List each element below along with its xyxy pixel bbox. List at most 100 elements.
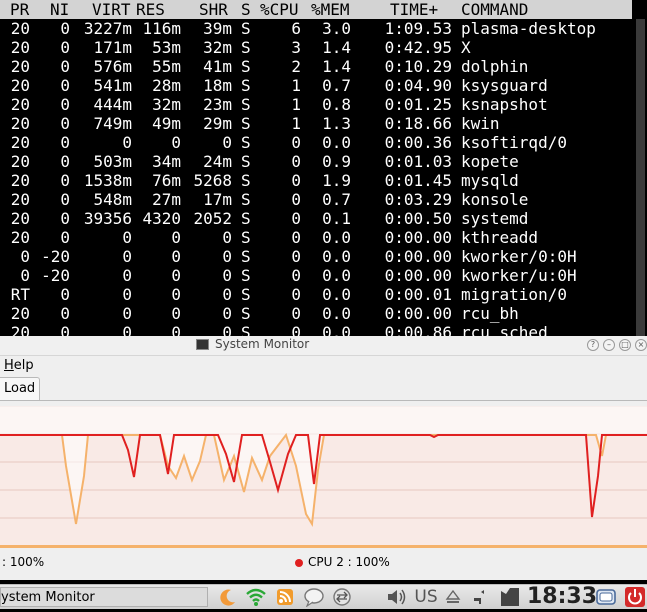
process-cell: 20 [10, 133, 30, 152]
process-cell: 0:18.66 [384, 114, 452, 133]
clock[interactable]: 18:33 [527, 585, 597, 609]
battery-icon[interactable] [470, 587, 494, 607]
process-cell: 0 [60, 95, 70, 114]
process-cell: 18m [203, 76, 232, 95]
process-cell: 0 [171, 247, 181, 266]
graph-baseline [0, 545, 647, 548]
help-icon[interactable]: ? [587, 339, 599, 351]
process-cell: S [241, 285, 251, 304]
window-titlebar[interactable]: System Monitor ? – □ × [0, 336, 647, 356]
process-cell: 23m [203, 95, 232, 114]
process-cell: 34m [152, 152, 181, 171]
process-cell: 49m [152, 114, 181, 133]
process-cell: 0 [122, 285, 132, 304]
process-cell: 0 [60, 114, 70, 133]
process-cell: 0 [291, 190, 301, 209]
process-cell: 0 [222, 247, 232, 266]
keyboard-icon[interactable]: US [411, 587, 441, 607]
process-cell: 0.0 [322, 266, 351, 285]
process-cell: 0 [222, 228, 232, 247]
process-cell: 0:00.36 [384, 133, 452, 152]
tab-load-label: Load [4, 381, 36, 396]
process-cell: 17m [203, 190, 232, 209]
process-cell: systemd [461, 209, 529, 228]
process-cell: X [461, 38, 471, 57]
process-cell: 2 [291, 57, 301, 76]
terminal-scrollbar-thumb[interactable] [636, 19, 645, 338]
process-cell: 0 [222, 266, 232, 285]
tab-load[interactable]: Load [0, 377, 40, 400]
process-cell: 1 [291, 76, 301, 95]
process-cell: 0 [291, 247, 301, 266]
process-cell: 20 [10, 76, 30, 95]
process-cell: 0:42.95 [384, 38, 452, 57]
process-cell: kwin [461, 114, 500, 133]
menu-item-help[interactable]: Help [4, 358, 34, 373]
process-cell: 1 [291, 95, 301, 114]
network-icon[interactable] [330, 587, 354, 607]
cpu2-line [0, 434, 647, 518]
process-cell: 0 [291, 228, 301, 247]
process-cell: konsole [461, 190, 529, 209]
process-cell: 2052 [193, 209, 232, 228]
chat-icon[interactable] [302, 587, 326, 608]
notebook-icon[interactable] [498, 587, 522, 607]
process-cell: 39356 [83, 209, 132, 228]
process-cell: S [241, 266, 251, 285]
process-cell: 0 [171, 304, 181, 323]
tab-bar: Load [0, 376, 647, 401]
process-cell: -20 [41, 266, 70, 285]
process-cell: 1.4 [322, 57, 351, 76]
column-header: COMMAND [461, 0, 529, 19]
process-cell: 749m [93, 114, 132, 133]
process-table-header: PR NI VIRT RES SHR S %CPU %MEM TIME+ COMMAND [0, 0, 632, 19]
minimize-icon[interactable]: – [603, 339, 615, 351]
process-cell: 20 [10, 57, 30, 76]
process-cell: 0 [291, 266, 301, 285]
wifi-icon[interactable] [244, 587, 268, 607]
process-cell: 0 [122, 247, 132, 266]
legend-cpu1: : 100% [2, 555, 45, 569]
process-cell: S [241, 19, 251, 38]
process-cell: kthreadd [461, 228, 539, 247]
process-cell: 0.0 [322, 285, 351, 304]
power-icon[interactable] [623, 587, 647, 607]
process-cell: 0:01.25 [384, 95, 452, 114]
close-icon[interactable]: × [635, 339, 647, 351]
process-cell: 0:01.03 [384, 152, 452, 171]
terminal-window[interactable]: PR NI VIRT RES SHR S %CPU %MEM TIME+ COMMAND 20 0 3… [0, 0, 647, 338]
process-cell: 1.4 [322, 38, 351, 57]
eject-icon[interactable] [444, 587, 462, 607]
process-cell: 20 [10, 304, 30, 323]
process-cell: 1.9 [322, 171, 351, 190]
process-cell: 548m [93, 190, 132, 209]
column-header: %MEM [311, 0, 350, 19]
process-cell: 0:03.29 [384, 190, 452, 209]
process-cell: 55m [152, 57, 181, 76]
volume-icon[interactable] [384, 587, 408, 607]
process-cell: 0 [60, 304, 70, 323]
rss-icon[interactable] [274, 587, 296, 607]
process-cell: 0 [291, 285, 301, 304]
process-cell: 0 [291, 133, 301, 152]
process-cell: 32m [152, 95, 181, 114]
moon-icon[interactable] [217, 587, 239, 607]
process-cell: 0 [291, 304, 301, 323]
process-cell: 20 [10, 95, 30, 114]
process-cell: 0 [222, 285, 232, 304]
screen-lock-icon[interactable] [594, 587, 618, 607]
maximize-icon[interactable]: □ [619, 339, 631, 351]
process-cell: 0.7 [322, 76, 351, 95]
process-cell: 0.0 [322, 228, 351, 247]
system-monitor-window: System Monitor ? – □ × Help Load : 100% … [0, 336, 647, 580]
process-cell: dolphin [461, 57, 529, 76]
process-cell: -20 [41, 247, 70, 266]
process-cell: 1538m [83, 171, 132, 190]
process-cell: S [241, 133, 251, 152]
process-cell: 41m [203, 57, 232, 76]
process-cell: 0:00.00 [384, 228, 452, 247]
process-cell: S [241, 57, 251, 76]
process-cell: 76m [152, 171, 181, 190]
taskbar-item-system-monitor[interactable]: ystem Monitor [0, 587, 208, 607]
process-cell: 24m [203, 152, 232, 171]
